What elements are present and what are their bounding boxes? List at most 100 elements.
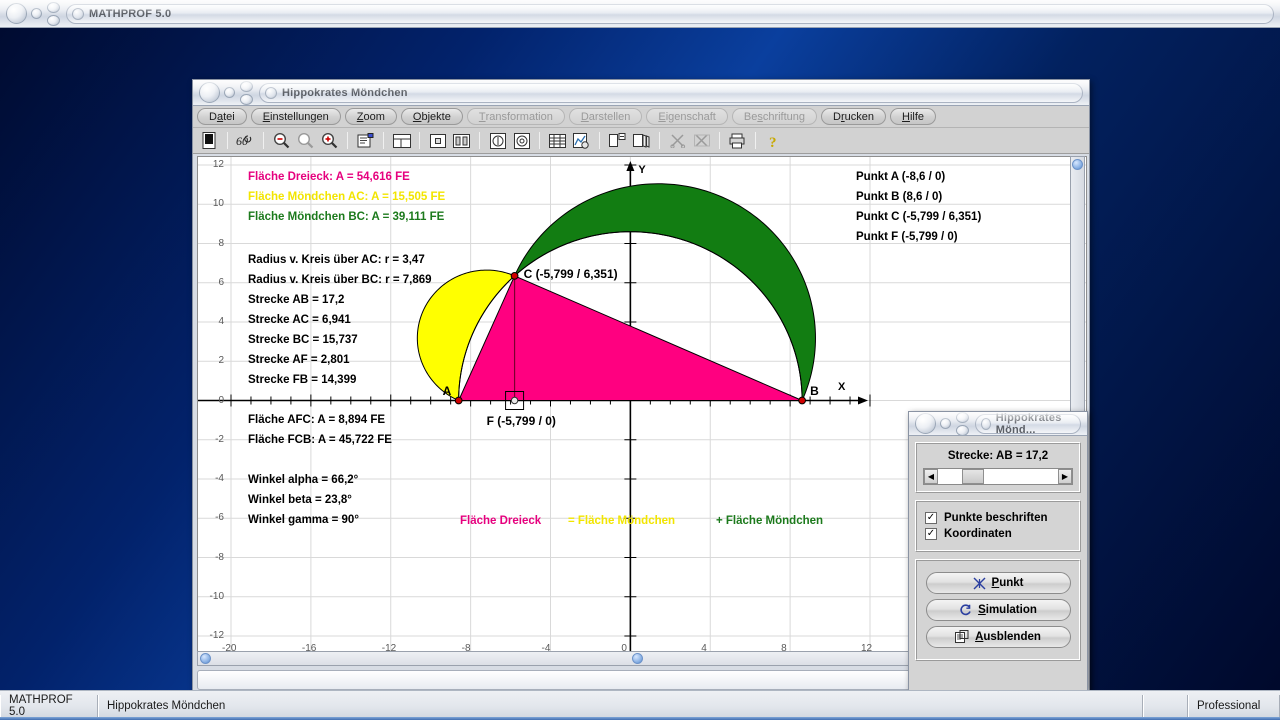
control-maximize-orb-icon[interactable] [956,411,969,423]
control-window-buttons[interactable] [909,411,969,436]
help-key-icon[interactable]: ? [763,130,784,151]
control-close-orb-icon[interactable] [915,413,936,434]
doc-window-buttons[interactable] [193,80,253,105]
axis-label-y: Y [638,164,646,176]
checkbox-punkte-beschriften[interactable]: ✓ [925,512,937,524]
app-icon [72,7,84,20]
control-restore-orb-stack[interactable] [956,411,969,436]
panel-icon[interactable] [199,130,220,151]
window-minimize-orb-icon[interactable] [31,8,42,19]
checkbox-row-1[interactable]: ✓ Koordinaten [925,528,1075,540]
label-point-c: C (-5,799 / 6,351) [523,266,618,281]
label-point-f: F (-5,799 / 0) [486,413,556,428]
doc-title-field: Hippokrates Möndchen [259,82,1083,103]
toolbar-separator [659,132,660,149]
menu-datei[interactable]: Da tei [197,108,247,125]
result-measure-5: Strecke AF = 2,801 [248,354,350,366]
doc-maximize-orb-icon[interactable] [240,80,253,92]
y-tick-label-2: 8 [218,237,224,249]
single-cell-icon[interactable] [427,130,448,151]
split-view-icon[interactable] [391,130,412,151]
result-measure-1: Radius v. Kreis über BC: r = 7,869 [248,274,432,286]
scissors-icon[interactable] [667,130,688,151]
print-icon[interactable] [727,130,748,151]
menu-drucken[interactable]: Dr ucken [821,108,887,125]
doc-restore-orb-icon[interactable] [240,93,253,105]
toolbar-separator [479,132,480,149]
button-ausblenden[interactable]: Ausblenden [925,626,1071,648]
menu-zoom[interactable]: Zoom [344,108,397,125]
control-minimize-orb-icon[interactable] [940,418,951,429]
checkbox-row-0[interactable]: ✓ Punkte beschriften [925,512,1075,524]
doc-restore-orb-stack[interactable] [240,80,253,105]
crosshair-icon [973,577,986,590]
toolbar-separator [263,132,264,149]
hide-window-icon [955,630,969,644]
zoom-reset-icon[interactable] [295,130,316,151]
menu-hilfe[interactable]: Hilfe [890,108,937,125]
menu-transformation: Transformation [466,108,565,125]
document-title: Hippokrates Möndchen [282,86,408,99]
window-close-orb-icon[interactable] [6,3,27,24]
menu-objekte[interactable]: Objekte [400,108,463,125]
vscroll-thumb-top[interactable] [1072,159,1083,170]
checkbox-koordinaten[interactable]: ✓ [925,528,937,540]
doc-icon [265,86,277,99]
button-simulation[interactable]: Simulation [925,599,1071,621]
zoom-in-icon[interactable] [319,130,340,151]
axis-label-x: X [838,380,846,393]
toolbar-separator [755,132,756,149]
checkbox-label: Punkte beschriften [944,512,1048,524]
result-measure-0: Radius v. Kreis über AC: r = 3,47 [248,254,425,266]
circle-info-icon[interactable] [487,130,508,151]
control-restore-orb-icon[interactable] [956,424,969,436]
y-tick-label-4: 4 [218,316,224,327]
hscroll-thumb-right[interactable] [632,653,643,664]
scissors-alt-icon[interactable] [691,130,712,151]
window-restore-orb-icon[interactable] [47,14,60,26]
app-window-buttons[interactable] [0,1,60,26]
app-titlebar[interactable]: MATHPROF 5.0 [0,0,1280,28]
slider-right-arrow-icon[interactable]: ▶ [1058,469,1072,484]
point-coordinate-2: Punkt C (-5,799 / 6,351) [856,211,982,223]
menu-beschriftung: Be s chriftung [731,108,818,125]
legend-item-1: = Fläche Möndchen [568,515,676,527]
hscroll-thumb-left[interactable] [200,653,211,664]
document-titlebar[interactable]: Hippokrates Möndchen [193,80,1089,106]
slider-left-arrow-icon[interactable]: ◀ [924,469,938,484]
control-titlebar[interactable]: Hippokrates Mönd... [909,411,1087,436]
toolbar-separator [383,132,384,149]
doc-close-orb-icon[interactable] [199,82,220,103]
copy-page-icon[interactable] [607,130,628,151]
result-area-0: Fläche Dreieck: A = 54,616 FE [248,171,410,183]
window-restore-orb-stack[interactable] [47,1,60,26]
target-icon[interactable] [511,130,532,151]
ab-length-slider[interactable]: ◀ ▶ [923,468,1073,485]
layers-icon[interactable] [631,130,652,151]
y-tick-label-1: 10 [212,198,224,210]
taskbar-app-cell[interactable]: MATHPROF 5.0 [0,694,98,718]
slider-thumb[interactable] [962,469,984,484]
result-subarea-1: Fläche FCB: A = 45,722 FE [248,434,392,446]
taskbar: MATHPROF 5.0 Hippokrates Möndchen Profes… [0,690,1280,720]
application-window: MATHPROF 5.0 Hippokrates Möndchen D a te… [0,0,1280,696]
button-label: Ausblenden [975,631,1041,643]
control-window-icon [981,417,991,430]
point-coordinate-0: Punkt A (-8,6 / 0) [856,171,946,183]
angle-60-icon[interactable]: 60 [235,130,256,151]
table-icon[interactable] [547,130,568,151]
toolbar-separator [227,132,228,149]
result-subarea-0: Fläche AFC: A = 8,894 FE [248,414,386,426]
result-measure-2: Strecke AB = 17,2 [248,294,345,306]
app-title: MATHPROF 5.0 [89,7,172,20]
properties-icon[interactable] [355,130,376,151]
result-measure-3: Strecke AC = 6,941 [248,314,351,326]
chart-sheet-icon[interactable] [571,130,592,151]
button-punkt[interactable]: Punkt [925,572,1071,594]
taskbar-document-cell[interactable]: Hippokrates Möndchen [98,694,1143,717]
menu-einstellungen[interactable]: Einstellungen [250,108,341,125]
two-column-icon[interactable] [451,130,472,151]
zoom-out-icon[interactable] [271,130,292,151]
doc-minimize-orb-icon[interactable] [224,87,235,98]
window-maximize-orb-icon[interactable] [47,1,60,13]
